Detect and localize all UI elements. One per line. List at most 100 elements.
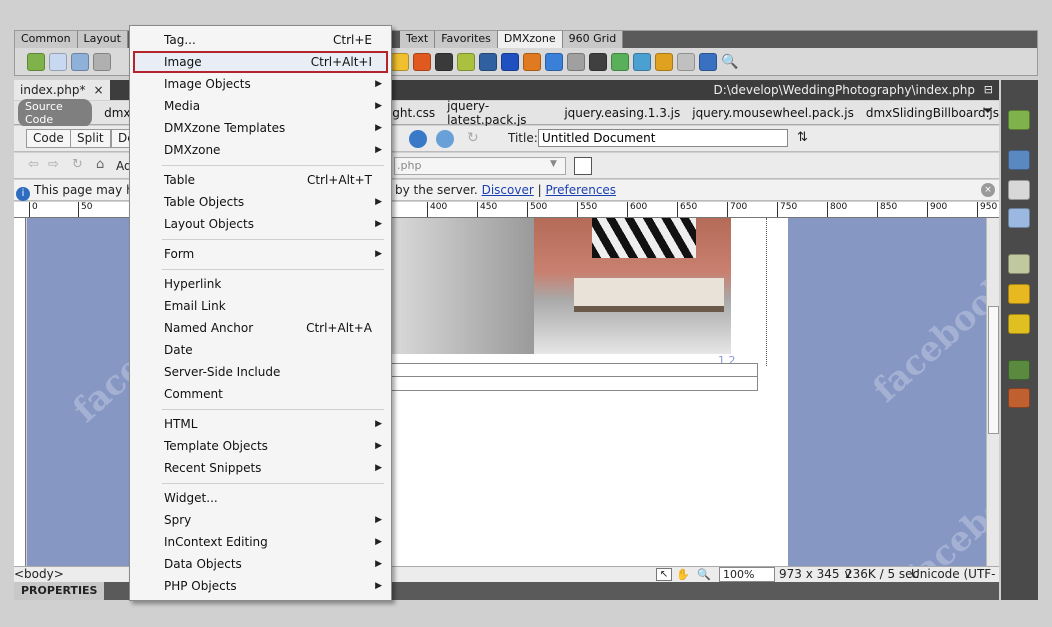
related-file-3[interactable]: jquery.easing.1.3.js [564,106,680,120]
assets-icon[interactable] [1008,110,1030,130]
discover-link[interactable]: Discover [482,183,534,197]
reload-icon[interactable]: ↻ [72,157,83,172]
slideshow-icon[interactable] [391,53,409,71]
tag-selector[interactable]: <body> [14,567,64,582]
split-view-button[interactable]: Split [70,129,111,148]
file-management-icon[interactable]: ⇅ [797,130,808,145]
related-file-5[interactable]: dmxSlidingBillboard.js [866,106,999,120]
fullscreen-icon[interactable] [633,53,651,71]
options-icon[interactable] [574,157,592,175]
check-page-icon[interactable] [436,130,454,148]
layout-box[interactable] [384,363,758,377]
behaviors-icon[interactable] [1008,314,1030,334]
menu-item-hyperlink[interactable]: Hyperlink [133,273,388,295]
title-input[interactable] [538,129,788,147]
menu-item-email-link[interactable]: Email Link [133,295,388,317]
menu-item-media[interactable]: Media ▶ [133,95,388,117]
bookmark-icon[interactable] [457,53,475,71]
notice-text-tail: by the server. Discover | Preferences [395,180,616,200]
css-icon[interactable] [1008,150,1030,170]
preferences-link[interactable]: Preferences [545,183,616,197]
filter-icon[interactable]: ⏷ [983,104,993,119]
close-icon[interactable]: × [93,83,103,97]
related-file-2[interactable]: jquery-latest.pack.js [447,99,552,127]
notice-close-icon[interactable]: × [981,183,995,197]
tab-960-grid[interactable]: 960 Grid [562,31,624,48]
menu-item-form[interactable]: Form ▶ [133,243,388,265]
menu-item-recent-snippets[interactable]: Recent Snippets ▶ [133,457,388,479]
refresh-icon[interactable]: ↻ [467,130,479,146]
window-icon[interactable] [501,53,519,71]
restore-icon[interactable]: ⊟ [984,80,993,100]
page-content[interactable]: 1 2 [384,218,788,566]
menu-item-dmxzone[interactable]: DMXzone ▶ [133,139,388,161]
calendar-icon[interactable] [523,53,541,71]
menu-item-tag[interactable]: Tag... Ctrl+E [133,29,388,51]
tree-icon[interactable] [93,53,111,71]
home-icon[interactable]: ⌂ [96,157,104,172]
menu-item-image[interactable]: Image Ctrl+Alt+I [133,51,388,73]
hand-icon[interactable]: ✋ [676,567,690,582]
toolbox-icon[interactable] [1008,388,1030,408]
menu-item-table-objects[interactable]: Table Objects ▶ [133,191,388,213]
twitter-icon[interactable] [545,53,563,71]
source-code-button[interactable]: Source Code [18,98,93,127]
ap-elements-icon[interactable] [1008,180,1030,200]
tab-layout[interactable]: Layout [77,31,128,48]
tab-dmxzone[interactable]: DMXzone [497,31,563,48]
menu-item-dmxzone-templates[interactable]: DMXzone Templates ▶ [133,117,388,139]
chevron-down-icon[interactable]: ▼ [550,159,557,169]
address-input[interactable]: .php [394,157,566,175]
search-icon[interactable]: 🔍 [721,53,739,71]
layout-box[interactable] [384,377,758,391]
menu-item-incontext-editing[interactable]: InContext Editing ▶ [133,531,388,553]
widget-icon[interactable] [27,53,45,71]
menu-item-widget[interactable]: Widget... [133,487,388,509]
preview-globe-icon[interactable] [409,130,427,148]
menu-item-spry[interactable]: Spry ▶ [133,509,388,531]
tag-inspector-icon[interactable] [1008,208,1030,228]
menu-item-named-anchor[interactable]: Named Anchor Ctrl+Alt+A [133,317,388,339]
snippets-icon[interactable] [1008,254,1030,274]
back-icon[interactable]: ⇦ [28,157,39,172]
rss-icon[interactable] [413,53,431,71]
scrollbar-thumb[interactable] [988,306,999,434]
image-icon[interactable] [479,53,497,71]
film-icon[interactable] [435,53,453,71]
zoom-select[interactable]: 100% [719,567,775,582]
swap-icon[interactable] [655,53,673,71]
menu-item-html[interactable]: HTML ▶ [133,413,388,435]
menu-item-comment[interactable]: Comment [133,383,388,405]
menu-item-template-objects[interactable]: Template Objects ▶ [133,435,388,457]
chart-icon[interactable] [611,53,629,71]
tab-favorites[interactable]: Favorites [435,31,498,48]
tab-common[interactable]: Common [15,31,78,48]
menu-item-layout-objects[interactable]: Layout Objects ▶ [133,213,388,235]
forward-icon[interactable]: ⇨ [48,157,59,172]
audio-icon[interactable] [567,53,585,71]
pointer-icon[interactable]: ↖ [656,568,672,581]
document-icon[interactable] [677,53,695,71]
like-icon[interactable] [699,53,717,71]
page-icon[interactable] [49,53,67,71]
menu-item-data-objects[interactable]: Data Objects ▶ [133,553,388,575]
menu-item-image-objects[interactable]: Image Objects ▶ [133,73,388,95]
clapper-icon[interactable] [589,53,607,71]
document-tab[interactable]: index.php* × [14,80,110,100]
menu-item-server-side-include[interactable]: Server-Side Include [133,361,388,383]
related-file-4[interactable]: jquery.mousewheel.pack.js [692,106,854,120]
ruler-tick: 800 [827,202,847,217]
menu-item-php-objects[interactable]: PHP Objects ▶ [133,575,388,597]
window-size[interactable]: 973 x 345 ∨ [779,567,852,582]
code-view-button[interactable]: Code [26,129,71,148]
gear-icon[interactable] [71,53,89,71]
files-icon[interactable] [1008,284,1030,304]
vertical-scrollbar[interactable] [986,218,999,566]
zoom-icon[interactable]: 🔍 [697,567,711,582]
menu-item-date[interactable]: Date [133,339,388,361]
tab-text[interactable]: Text [399,31,436,48]
menu-item-table[interactable]: Table Ctrl+Alt+T [133,169,388,191]
sitemap-icon[interactable] [1008,360,1030,380]
billboard-image[interactable] [384,218,731,354]
properties-tab[interactable]: PROPERTIES [14,582,105,600]
